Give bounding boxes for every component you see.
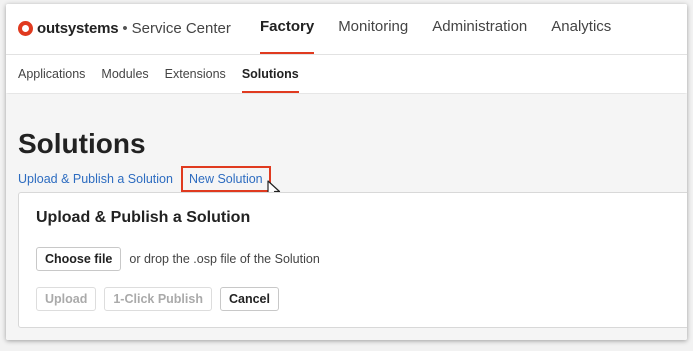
- tab-administration[interactable]: Administration: [420, 4, 539, 54]
- sub-bar: Applications Modules Extensions Solution…: [6, 55, 687, 93]
- upload-panel: Upload & Publish a Solution Choose file …: [18, 192, 687, 328]
- panel-title: Upload & Publish a Solution: [36, 209, 251, 226]
- brand-separator: •: [122, 19, 128, 37]
- subtab-solutions[interactable]: Solutions: [234, 55, 307, 93]
- upload-publish-link[interactable]: Upload & Publish a Solution: [18, 172, 173, 186]
- main-nav: Factory Monitoring Administration Analyt…: [248, 4, 623, 54]
- tab-factory[interactable]: Factory: [248, 4, 326, 54]
- tab-monitoring[interactable]: Monitoring: [326, 4, 420, 54]
- page-actions: Upload & Publish a Solution New Solution: [18, 166, 271, 192]
- service-center-window: outsystems • Service Center Factory Moni…: [6, 4, 687, 340]
- outsystems-logo-icon: [18, 20, 33, 36]
- subtab-extensions[interactable]: Extensions: [157, 55, 234, 93]
- main-content: Solutions Upload & Publish a Solution Ne…: [6, 94, 687, 340]
- new-solution-link[interactable]: New Solution: [180, 166, 271, 192]
- drop-hint: or drop the .osp file of the Solution: [129, 252, 320, 266]
- tab-analytics[interactable]: Analytics: [539, 4, 623, 54]
- sub-nav: Applications Modules Extensions Solution…: [10, 55, 307, 93]
- cancel-button[interactable]: Cancel: [219, 287, 279, 311]
- top-bar: outsystems • Service Center Factory Moni…: [6, 4, 687, 55]
- subtab-modules[interactable]: Modules: [93, 55, 156, 93]
- brand[interactable]: outsystems • Service Center: [18, 16, 231, 40]
- upload-button[interactable]: Upload: [36, 287, 97, 311]
- file-row: Choose file or drop the .osp file of the…: [36, 247, 320, 271]
- brand-name: outsystems: [37, 19, 119, 37]
- page-title: Solutions: [18, 128, 146, 159]
- choose-file-button[interactable]: Choose file: [36, 247, 122, 271]
- one-click-publish-button[interactable]: 1-Click Publish: [104, 287, 212, 311]
- subtab-applications[interactable]: Applications: [10, 55, 93, 93]
- brand-product: Service Center: [131, 19, 231, 37]
- panel-buttons: Upload 1-Click Publish Cancel: [36, 287, 279, 311]
